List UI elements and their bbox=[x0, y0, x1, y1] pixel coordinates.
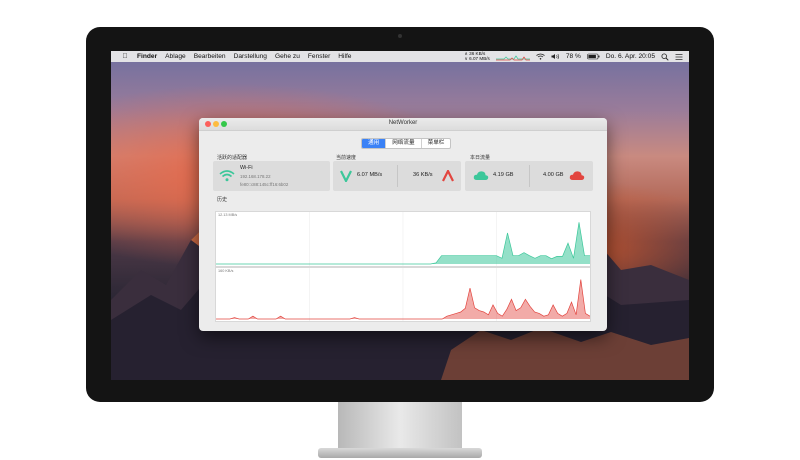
downloaded-today-value: 4.19 GB bbox=[493, 172, 514, 178]
networker-menubar-speed[interactable]: ∧ 36 KB/s ∨ 6.07 MB/s bbox=[464, 51, 490, 62]
adapter-ipv4: 192.168.178.22 bbox=[240, 174, 271, 179]
uploaded-today-value: 4.00 GB bbox=[543, 172, 564, 178]
download-arrow-icon bbox=[340, 170, 352, 182]
adapter-ipv6: fe80::c88:145c:ff16:6b02 bbox=[240, 182, 289, 187]
battery-icon[interactable] bbox=[587, 53, 600, 60]
camera-dot bbox=[398, 34, 402, 38]
search-icon[interactable] bbox=[661, 53, 669, 61]
upload-axis-max-label: 160 KB/s bbox=[218, 269, 234, 273]
menu-fenster[interactable]: Fenster bbox=[308, 53, 330, 60]
upload-speed-value: 36 KB/s bbox=[413, 172, 433, 178]
download-speed-value: 6.07 MB/s bbox=[357, 172, 383, 178]
traffic-card: 4.19 GB 4.00 GB bbox=[465, 161, 593, 191]
networker-window: NetWorker 通用 网络流量 菜单栏 活跃的适配器 当前速度 本日流量 W… bbox=[199, 118, 607, 331]
title-bar[interactable]: NetWorker bbox=[199, 118, 607, 131]
download-axis-max-label: 12.13 MB/s bbox=[218, 213, 238, 217]
speed-section-label: 当前速度 bbox=[336, 155, 357, 161]
volume-icon[interactable] bbox=[551, 53, 560, 60]
desktop-screen:  Finder Ablage Bearbeiten Darstellung G… bbox=[111, 51, 689, 380]
tab-bar: 通用 网络流量 菜单栏 bbox=[361, 138, 452, 149]
upload-history-chart: 160 KB/s bbox=[215, 267, 591, 322]
status-area: ∧ 36 KB/s ∨ 6.07 MB/s 78 % Do. 6. Apr. 2… bbox=[465, 51, 683, 62]
apple-icon[interactable]:  bbox=[121, 53, 129, 60]
history-section-label: 历史 bbox=[217, 197, 228, 203]
menubar-datetime[interactable]: Do. 6. Apr. 20:05 bbox=[606, 53, 655, 60]
wifi-icon[interactable] bbox=[536, 53, 545, 60]
adapter-name: Wi-Fi bbox=[240, 165, 253, 171]
list-icon[interactable] bbox=[675, 53, 683, 61]
menu-bar:  Finder Ablage Bearbeiten Darstellung G… bbox=[111, 51, 689, 62]
speed-card: 6.07 MB/s 36 KB/s bbox=[333, 161, 461, 191]
window-title: NetWorker bbox=[388, 120, 418, 126]
upload-arrow-icon bbox=[442, 170, 454, 182]
tab-general[interactable]: 通用 bbox=[362, 139, 386, 148]
menu-darstellung[interactable]: Darstellung bbox=[234, 53, 267, 60]
cloud-download-icon bbox=[473, 171, 489, 180]
upload-history-plot bbox=[216, 268, 590, 321]
monitor-stand bbox=[338, 402, 462, 450]
adapter-card: Wi-Fi 192.168.178.22 fe80::c88:145c:ff16… bbox=[213, 161, 330, 191]
menubar-traffic-sparkline bbox=[495, 55, 530, 61]
menu-bearbeiten[interactable]: Bearbeiten bbox=[194, 53, 226, 60]
download-history-chart: 12.13 MB/s bbox=[215, 211, 591, 267]
menubar-download-speed: ∨ 6.07 MB/s bbox=[464, 55, 490, 61]
menu-gehe-zu[interactable]: Gehe zu bbox=[275, 53, 300, 60]
tab-network-traffic[interactable]: 网络流量 bbox=[385, 139, 420, 148]
cloud-upload-icon bbox=[569, 171, 585, 180]
traffic-section-label: 本日流量 bbox=[470, 155, 491, 161]
monitor-stand-base bbox=[318, 448, 482, 458]
tab-menubar[interactable]: 菜单栏 bbox=[420, 139, 451, 148]
wifi-icon bbox=[219, 170, 235, 182]
adapter-section-label: 活跃的适配器 bbox=[217, 155, 248, 161]
menu-ablage[interactable]: Ablage bbox=[165, 53, 186, 60]
traffic-divider bbox=[529, 165, 530, 187]
menu-app-finder[interactable]: Finder bbox=[137, 53, 157, 60]
battery-percentage: 78 % bbox=[565, 53, 581, 60]
menu-hilfe[interactable]: Hilfe bbox=[338, 53, 351, 60]
download-history-plot bbox=[216, 212, 590, 266]
speed-divider bbox=[397, 165, 398, 187]
